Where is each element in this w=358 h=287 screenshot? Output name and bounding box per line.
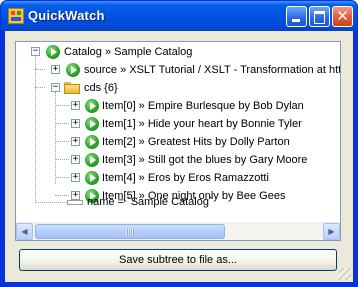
app-icon — [8, 8, 24, 24]
tree-connector — [55, 195, 69, 196]
root-collapse-toggle[interactable]: − — [31, 47, 40, 56]
close-icon: ✕ — [336, 8, 349, 25]
tree-connector — [55, 123, 69, 124]
tree-node-item[interactable]: Item[2] » Greatest Hits by Dolly Parton — [102, 135, 290, 149]
object-node-icon — [66, 63, 80, 77]
scroll-right-button[interactable]: ▶ — [323, 223, 340, 240]
item-expand-toggle[interactable]: + — [71, 101, 80, 110]
tree-connector — [55, 105, 69, 106]
tree-connector — [35, 69, 45, 70]
scroll-left-button[interactable]: ◀ — [16, 223, 33, 240]
attribute-icon — [67, 200, 83, 205]
scrollbar-grip-icon — [126, 229, 134, 235]
tree-node-source[interactable]: source » XSLT Tutorial / XSLT - Transfor… — [84, 63, 340, 77]
title-bar[interactable]: QuickWatch ✕ — [1, 1, 357, 31]
close-button[interactable]: ✕ — [332, 6, 353, 27]
item-expand-toggle[interactable]: + — [71, 155, 80, 164]
minimize-button[interactable] — [286, 6, 307, 27]
tree-connector — [55, 159, 69, 160]
object-node-icon — [85, 99, 99, 113]
object-node-icon — [85, 117, 99, 131]
source-expand-toggle[interactable]: + — [51, 65, 60, 74]
object-node-icon — [85, 171, 99, 185]
dialog-client-area: − Catalog » Sample Catalog + source » XS… — [5, 31, 353, 282]
maximize-button[interactable] — [309, 6, 330, 27]
object-node-icon — [85, 135, 99, 149]
item-expand-toggle[interactable]: + — [71, 137, 80, 146]
cds-collapse-toggle[interactable]: − — [51, 83, 60, 92]
tree-connector — [55, 177, 69, 178]
object-tree-view[interactable]: − Catalog » Sample Catalog + source » XS… — [15, 41, 341, 241]
object-node-icon — [85, 153, 99, 167]
object-node-icon — [46, 45, 60, 59]
tree-node-item[interactable]: Item[3] » Still got the blues by Gary Mo… — [102, 153, 307, 167]
horizontal-scrollbar[interactable]: ◀ ▶ — [16, 222, 340, 240]
tree-connector — [35, 87, 45, 88]
tree-connector — [55, 141, 69, 142]
folder-icon — [64, 82, 80, 94]
tree-node-cds[interactable]: cds {6} — [84, 81, 118, 95]
maximize-icon — [314, 11, 325, 24]
save-subtree-button[interactable]: Save subtree to file as... — [19, 249, 337, 271]
scrollbar-thumb[interactable] — [35, 224, 225, 239]
tree-node-item[interactable]: Item[0] » Empire Burlesque by Bob Dylan — [102, 99, 304, 113]
resize-grip-icon[interactable] — [339, 268, 351, 280]
item-expand-toggle[interactable]: + — [71, 119, 80, 128]
minimize-icon — [292, 19, 300, 22]
tree-connector — [35, 56, 36, 203]
item-expand-toggle[interactable]: + — [71, 191, 80, 200]
quickwatch-window: QuickWatch ✕ − Catalog » Sample Catalog … — [0, 0, 358, 287]
tree-node-item[interactable]: Item[1] » Hide your heart by Bonnie Tyle… — [102, 117, 302, 131]
tree-node-item[interactable]: Item[4] » Eros by Eros Ramazzotti — [102, 171, 269, 185]
tree-node-catalog[interactable]: Catalog » Sample Catalog — [64, 45, 192, 59]
item-expand-toggle[interactable]: + — [71, 173, 80, 182]
window-title: QuickWatch — [28, 8, 105, 23]
tree-connector — [35, 202, 67, 203]
tree-node-name-attribute[interactable]: name = `Sample Catalog` — [87, 195, 213, 209]
